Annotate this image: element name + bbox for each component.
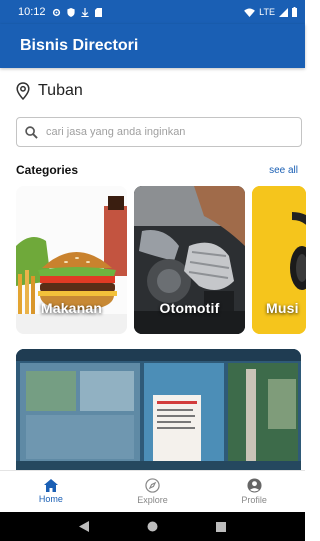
see-all-link[interactable]: see all (269, 165, 298, 176)
system-navigation-bar (0, 512, 305, 541)
nav-home[interactable]: Home (0, 471, 102, 512)
nav-profile[interactable]: Profile (203, 471, 305, 512)
location-pin-icon (16, 82, 30, 100)
search-icon (25, 125, 38, 139)
home-circle-icon[interactable] (147, 521, 158, 532)
categories-header: Categories see all (16, 163, 298, 177)
category-label: Makanan (40, 300, 103, 316)
location-selector[interactable]: Tuban (16, 82, 83, 100)
wifi-icon (244, 7, 256, 17)
location-label: Tuban (38, 82, 83, 99)
app-bar: Bisnis Directori (0, 24, 305, 68)
search-input[interactable] (46, 126, 286, 138)
categories-carousel[interactable]: Makanan Otomotif Musi (16, 186, 306, 334)
download-icon (80, 7, 89, 17)
nav-explore[interactable]: Explore (102, 471, 204, 512)
back-icon[interactable] (79, 521, 89, 532)
status-bar: 10:12 LTE (0, 0, 305, 24)
battery-icon (292, 7, 297, 17)
home-icon (43, 479, 58, 492)
network-type: LTE (259, 7, 275, 17)
category-card-musik[interactable]: Musi (252, 186, 306, 334)
nav-home-label: Home (38, 494, 63, 504)
categories-title: Categories (16, 163, 79, 177)
settings-gear-icon (52, 8, 61, 17)
status-left: 10:12 (18, 6, 102, 18)
category-card-otomotif[interactable]: Otomotif (134, 186, 245, 334)
app-title: Bisnis Directori (20, 37, 139, 54)
nav-profile-label: Profile (241, 495, 267, 505)
status-time: 10:12 (18, 6, 46, 18)
status-right: LTE (244, 7, 297, 17)
signal-icon (279, 7, 288, 17)
profile-icon (247, 478, 262, 493)
sim-card-icon (94, 7, 102, 17)
compass-icon (145, 478, 160, 493)
category-card-makanan[interactable]: Makanan (16, 186, 127, 334)
shield-icon (66, 7, 75, 17)
category-label: Musi (266, 300, 299, 316)
category-label: Otomotif (159, 300, 220, 316)
nav-explore-label: Explore (137, 495, 168, 505)
featured-business-image[interactable] (16, 349, 301, 471)
bottom-navigation: Home Explore Profile (0, 470, 305, 512)
recents-icon[interactable] (216, 521, 226, 532)
shop-front-image (16, 349, 301, 471)
search-bar[interactable] (16, 117, 302, 147)
